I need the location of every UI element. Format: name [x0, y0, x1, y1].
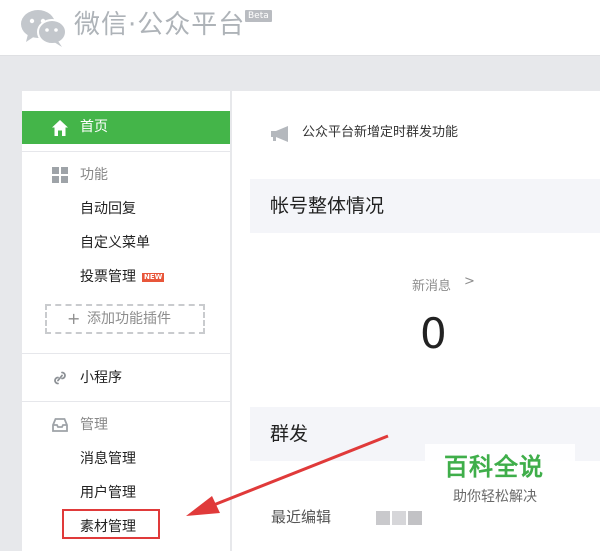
divider — [22, 151, 230, 152]
sidebar-item-label: 小程序 — [80, 370, 122, 386]
link-icon — [54, 371, 66, 385]
add-plugin-label: 添加功能插件 — [87, 311, 171, 327]
recent-edit-label: 最近编辑 — [271, 508, 332, 526]
mass-send-title: 群发 — [270, 423, 309, 445]
sidebar-item-label: 首页 — [80, 119, 108, 135]
new-messages-link[interactable]: 新消息 — [412, 275, 451, 294]
sidebar-item-auto-reply[interactable]: 自动回复 — [80, 196, 220, 222]
blurred-content — [376, 511, 390, 525]
grid-icon — [52, 167, 68, 183]
divider — [22, 401, 230, 402]
megaphone-icon — [271, 126, 288, 142]
watermark-title: 百科全说 — [444, 453, 544, 481]
sidebar-item-custom-menu[interactable]: 自定义菜单 — [80, 230, 220, 256]
chevron-right-icon[interactable]: > — [464, 274, 475, 289]
wechat-logo-icon — [21, 10, 67, 47]
new-messages-count: 0 — [420, 309, 447, 358]
new-badge: NEW — [142, 273, 165, 282]
notice-link[interactable]: 公众平台新增定时群发功能 — [302, 121, 458, 145]
blurred-content — [408, 511, 422, 525]
sidebar-item-message-management[interactable]: 消息管理 — [80, 446, 220, 472]
plus-icon: + — [67, 309, 81, 328]
sidebar-item-label: 投票管理 — [80, 269, 136, 285]
overview-title: 帐号整体情况 — [270, 195, 385, 217]
watermark-subtitle: 助你轻松解决 — [453, 489, 537, 505]
inbox-icon — [52, 418, 68, 432]
sidebar-item-user-management[interactable]: 用户管理 — [80, 480, 220, 506]
sidebar-item-vote-management[interactable]: 投票管理 NEW — [80, 264, 220, 290]
sidebar-item-home[interactable]: 首页 — [22, 111, 230, 144]
section-manage: 管理 — [22, 412, 230, 438]
sidebar: 首页 功能 自动回复 自定义菜单 投票管理 NEW + 添加功能插件 小程序 管理… — [22, 91, 230, 551]
divider — [22, 353, 230, 354]
watermark: 百科全说 助你轻松解决 — [425, 444, 575, 514]
highlight-box — [62, 509, 160, 539]
blurred-content — [392, 511, 406, 525]
add-plugin-button[interactable]: + 添加功能插件 — [45, 304, 205, 334]
section-label: 管理 — [80, 417, 108, 433]
section-functions: 功能 — [22, 162, 230, 188]
top-bar: 微信·公众平台 Beta — [0, 0, 600, 56]
overview-header: 帐号整体情况 — [250, 179, 600, 233]
home-icon — [52, 120, 68, 136]
beta-badge: Beta — [245, 10, 272, 22]
platform-title: 微信·公众平台 — [74, 10, 246, 40]
sidebar-item-miniprogram[interactable]: 小程序 — [22, 365, 230, 391]
section-label: 功能 — [80, 167, 108, 183]
